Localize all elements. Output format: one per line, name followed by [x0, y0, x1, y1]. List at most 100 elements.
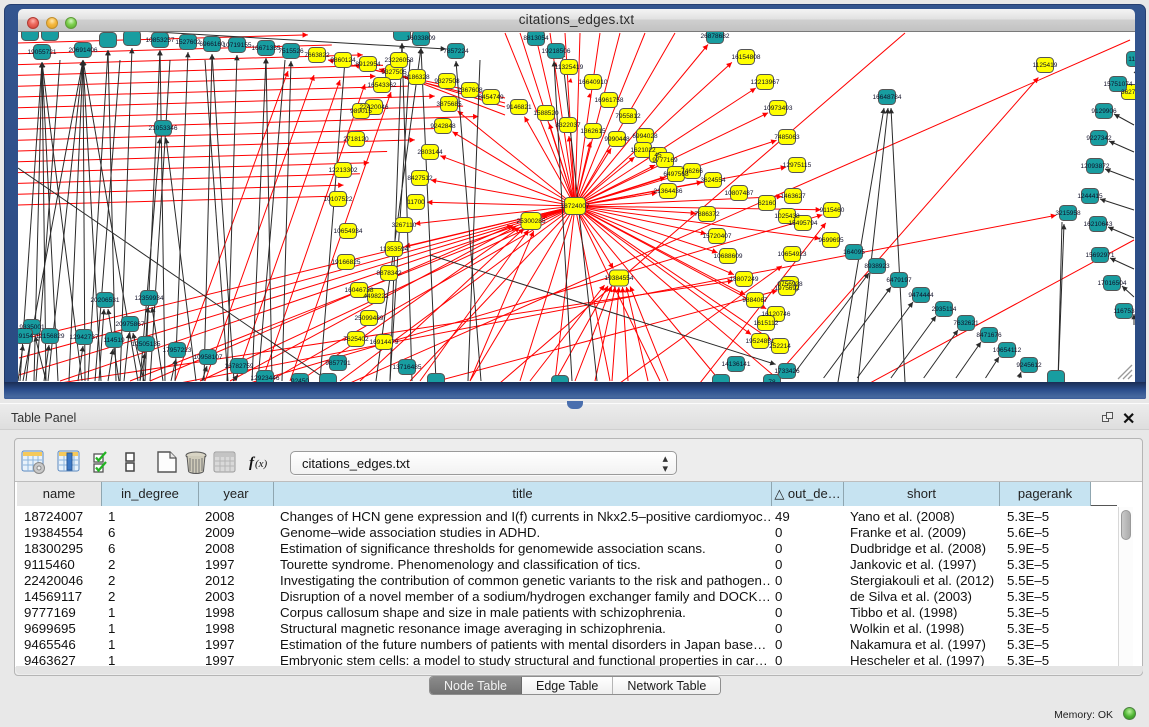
svg-text:9327505: 9327505: [381, 69, 407, 76]
svg-text:1244415: 1244415: [1077, 193, 1103, 200]
svg-text:7955812: 7955812: [615, 113, 641, 120]
svg-text:18724007: 18724007: [561, 203, 590, 210]
svg-text:1975692: 1975692: [774, 285, 800, 292]
svg-text:17016504: 17016504: [1098, 280, 1127, 287]
svg-text:39154: 39154: [18, 333, 33, 340]
svg-text:2718120: 2718120: [343, 136, 369, 143]
svg-text:11353594: 11353594: [380, 246, 409, 253]
svg-text:116753: 116753: [1113, 308, 1135, 315]
svg-text:164095: 164095: [843, 249, 865, 256]
svg-text:252214: 252214: [769, 343, 791, 350]
svg-text:14136141: 14136141: [722, 361, 751, 368]
svg-text:10654934: 10654934: [334, 228, 363, 235]
svg-text:1125419: 1125419: [1033, 62, 1058, 69]
svg-text:12213967: 12213967: [751, 79, 780, 86]
svg-text:9860124: 9860124: [330, 57, 356, 64]
svg-text:92450: 92450: [291, 378, 309, 382]
svg-text:12923446: 12923446: [251, 375, 280, 382]
svg-text:62160: 62160: [758, 200, 776, 207]
svg-text:78: 78: [768, 379, 776, 382]
svg-text:8322037: 8322037: [555, 122, 581, 129]
svg-text:26878682: 26878682: [701, 33, 730, 40]
svg-text:12359934: 12359934: [135, 295, 164, 302]
svg-text:8186328: 8186328: [404, 74, 430, 81]
svg-text:11325419: 11325419: [555, 64, 584, 71]
svg-text:10719155: 10719155: [223, 42, 252, 49]
svg-text:20691406: 20691406: [69, 47, 98, 54]
svg-text:21053346: 21053346: [149, 125, 178, 132]
svg-text:1025438: 1025438: [774, 213, 800, 220]
svg-text:9335001: 9335001: [19, 324, 45, 331]
svg-text:3624554: 3624554: [700, 177, 726, 184]
svg-text:3875685: 3875685: [436, 101, 462, 108]
svg-text:9857791: 9857791: [325, 360, 351, 367]
svg-text:7625402: 7625402: [343, 336, 369, 343]
svg-text:9242848: 9242848: [430, 123, 456, 130]
svg-text:7515526: 7515526: [278, 48, 304, 55]
svg-text:16154808: 16154808: [732, 54, 761, 61]
svg-text:1588520: 1588520: [533, 110, 559, 117]
svg-text:16782759: 16782759: [225, 363, 254, 370]
svg-text:20975867: 20975867: [116, 321, 145, 328]
svg-text:9129906: 9129906: [1091, 108, 1117, 115]
svg-text:12156829: 12156829: [36, 333, 65, 340]
svg-text:25099489: 25099489: [355, 315, 384, 322]
svg-text:9884067: 9884067: [742, 297, 768, 304]
svg-text:9327508: 9327508: [434, 78, 460, 85]
svg-text:16210643: 16210643: [1084, 221, 1113, 228]
svg-text:1463627: 1463627: [780, 193, 806, 200]
svg-text:19384554: 19384554: [605, 275, 634, 282]
svg-text:16961758: 16961758: [595, 97, 624, 104]
svg-text:25300285: 25300285: [517, 218, 546, 225]
svg-text:16120746: 16120746: [762, 311, 791, 318]
svg-text:8454749: 8454749: [478, 94, 504, 101]
svg-text:7886372: 7886372: [694, 211, 720, 218]
svg-text:12975115: 12975115: [783, 162, 812, 169]
svg-text:6479197: 6479197: [886, 277, 912, 284]
svg-text:9699695: 9699695: [818, 237, 844, 244]
svg-text:15495794: 15495794: [789, 220, 818, 227]
svg-text:7857224: 7857224: [443, 48, 469, 55]
svg-text:1112: 1112: [1128, 56, 1135, 63]
svg-text:8813054: 8813054: [523, 35, 549, 42]
svg-text:1527602: 1527602: [175, 39, 201, 46]
svg-text:10107522: 10107522: [324, 196, 353, 203]
svg-text:6994028: 6994028: [632, 133, 658, 140]
svg-text:2935114: 2935114: [932, 306, 957, 313]
svg-text:15720407: 15720407: [703, 233, 732, 240]
svg-text:9245612: 9245612: [1016, 362, 1042, 369]
svg-text:7632621: 7632621: [953, 320, 979, 327]
svg-text:16671355: 16671355: [252, 45, 281, 52]
svg-text:12093872: 12093872: [1081, 163, 1110, 170]
svg-text:1733426: 1733426: [774, 368, 800, 375]
svg-text:12942737: 12942737: [70, 334, 99, 341]
svg-text:4498222: 4498222: [363, 293, 389, 300]
svg-text:9227342: 9227342: [1086, 135, 1112, 142]
svg-text:746266: 746266: [681, 168, 703, 175]
svg-text:8427512: 8427512: [407, 175, 433, 182]
svg-text:8471676: 8471676: [976, 332, 1002, 339]
svg-text:10958107: 10958107: [194, 354, 223, 361]
svg-text:1621022: 1621022: [630, 147, 656, 154]
svg-text:16648784: 16648784: [873, 94, 902, 101]
svg-text:11700: 11700: [407, 199, 425, 206]
svg-text:23226058: 23226058: [385, 57, 414, 64]
svg-text:2367608: 2367608: [457, 87, 483, 94]
svg-text:9990448: 9990448: [604, 136, 630, 143]
svg-text:9146821: 9146821: [506, 104, 532, 111]
svg-text:16640910: 16640910: [579, 79, 608, 86]
svg-text:3267110: 3267110: [392, 222, 417, 229]
svg-text:13716485: 13716485: [393, 364, 422, 371]
svg-text:16033809: 16033809: [407, 35, 436, 42]
svg-text:10807487: 10807487: [725, 190, 754, 197]
svg-text:8912954: 8912954: [355, 61, 381, 68]
svg-text:18807249: 18807249: [730, 276, 759, 283]
svg-text:2803144: 2803144: [417, 149, 443, 156]
svg-text:19218506: 19218506: [542, 48, 571, 55]
svg-text:9777169: 9777169: [652, 157, 678, 164]
svg-text:19166825: 19166825: [332, 259, 361, 266]
svg-text:9474444: 9474444: [908, 292, 934, 299]
svg-text:9115460: 9115460: [820, 207, 845, 214]
svg-text:12213302: 12213302: [329, 167, 358, 174]
svg-text:12505135: 12505135: [132, 341, 161, 348]
